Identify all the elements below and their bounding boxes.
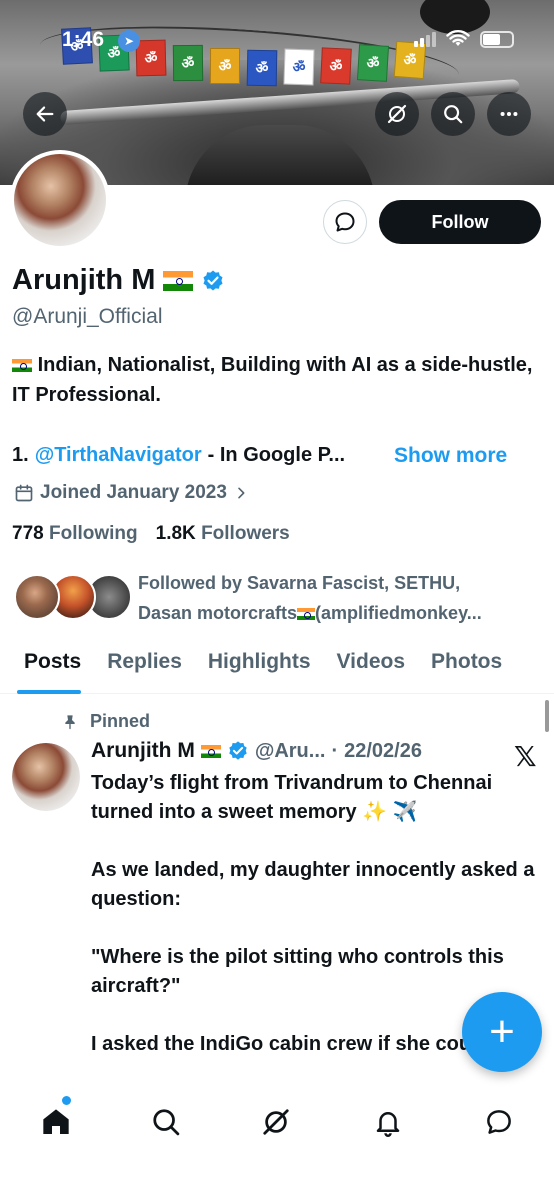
profile-tabs: Posts Replies Highlights Videos Photos <box>0 640 554 694</box>
followers-count: 1.8K <box>155 523 196 544</box>
followers-label: Followers <box>201 523 290 544</box>
search-icon <box>153 1109 180 1136</box>
bio-line1: Indian, Nationalist, Building with AI as… <box>12 354 533 406</box>
home-icon <box>43 1109 69 1134</box>
show-more-link[interactable]: Show more <box>394 444 507 468</box>
search-button[interactable] <box>431 92 475 136</box>
scrollbar[interactable] <box>545 700 549 732</box>
bio-mention-link[interactable]: @TirthaNavigator <box>35 444 202 467</box>
profile-name-row: Arunjith M <box>12 264 225 297</box>
post-author-handle[interactable]: @Aru... <box>255 740 326 763</box>
grok-button[interactable] <box>375 92 419 136</box>
followers-stat[interactable]: 1.8K Followers <box>156 523 290 545</box>
tab-videos[interactable]: Videos <box>324 640 418 694</box>
messages-icon <box>487 1110 511 1134</box>
follow-button[interactable]: Follow <box>379 200 541 244</box>
profile-name: Arunjith M <box>12 264 156 296</box>
message-button[interactable] <box>323 200 367 244</box>
pin-icon <box>65 714 75 729</box>
chevron-right-icon <box>238 487 245 499</box>
status-icons <box>414 30 514 48</box>
plus-icon: + <box>489 1007 515 1056</box>
pinned-label: Pinned <box>90 711 151 731</box>
verified-badge-icon <box>229 741 247 760</box>
following-label: Following <box>48 523 138 544</box>
followed-by-rest: (amplifiedmonkey... <box>315 603 482 623</box>
bio-line2: 1. @TirthaNavigator - In Google P... <box>12 444 345 467</box>
prayer-flag: ॐ <box>209 47 241 85</box>
profile-handle: @Arunji_Official <box>12 305 163 328</box>
location-arrow-icon: ➤ <box>118 30 140 52</box>
followed-by-name: Dasan motorcrafts <box>138 603 298 623</box>
prayer-flag: ॐ <box>172 44 204 81</box>
india-flag-icon <box>12 359 32 372</box>
profile-bio: Indian, Nationalist, Building with AI as… <box>12 350 542 410</box>
wifi-icon <box>446 30 470 46</box>
prayer-flag: ॐ <box>283 48 315 86</box>
india-flag-icon <box>200 744 221 758</box>
grok-icon <box>387 104 407 124</box>
bio-truncated-text: - In Google P... <box>207 444 346 466</box>
prayer-flag: ॐ <box>320 46 352 85</box>
prayer-flag: ॐ <box>246 49 278 86</box>
grok-icon <box>263 1109 289 1135</box>
more-button[interactable] <box>487 92 531 136</box>
prayer-flag: ॐ <box>356 44 390 82</box>
post-author-avatar[interactable] <box>12 743 80 811</box>
back-button[interactable] <box>23 92 67 136</box>
battery-icon <box>480 30 514 48</box>
nav-notifications[interactable] <box>366 1100 410 1144</box>
calendar-icon <box>15 484 33 502</box>
following-count: 778 <box>12 523 44 544</box>
profile-avatar[interactable] <box>10 150 110 250</box>
followed-by-line1: Followed by Savarna Fascist, SETHU, <box>138 573 461 593</box>
follow-stats: 778 Following 1.8K Followers <box>12 523 290 545</box>
new-content-dot <box>62 1096 71 1105</box>
following-stat[interactable]: 778 Following <box>12 523 138 545</box>
tab-posts[interactable]: Posts <box>0 640 94 694</box>
status-time: 1:46 <box>62 28 105 51</box>
followed-by-avatars[interactable] <box>14 574 134 622</box>
post-date[interactable]: 22/02/26 <box>344 740 422 763</box>
bio-item-number: 1. <box>12 444 29 466</box>
nav-grok[interactable] <box>254 1100 298 1144</box>
post-author-avatar-image <box>12 743 80 811</box>
search-icon <box>444 105 463 124</box>
india-flag-icon <box>163 270 194 291</box>
notifications-icon <box>376 1112 400 1137</box>
india-flag-icon <box>297 608 316 620</box>
tab-replies[interactable]: Replies <box>94 640 195 694</box>
tab-highlights[interactable]: Highlights <box>195 640 324 694</box>
nav-messages[interactable] <box>477 1100 521 1144</box>
post-header: Arunjith M @Aru... · 22/02/26 <box>91 739 422 763</box>
banner-mirror <box>420 0 490 34</box>
post-separator: · <box>331 739 339 762</box>
verified-badge-icon[interactable] <box>201 269 225 293</box>
prayer-flag: ॐ <box>135 39 167 77</box>
cellular-signal-icon <box>414 31 436 47</box>
followed-by-line2: Dasan motorcrafts (amplifiedmonkey... <box>138 598 548 628</box>
followed-by-text[interactable]: Followed by Savarna Fascist, SETHU, Dasa… <box>138 568 548 628</box>
pinned-indicator: Pinned <box>62 711 150 732</box>
follower-avatar <box>14 574 60 620</box>
nav-home[interactable] <box>34 1100 78 1144</box>
nav-search[interactable] <box>144 1100 188 1144</box>
arrow-left-icon <box>36 106 54 122</box>
message-bubble-icon <box>335 212 355 232</box>
profile-avatar-image <box>14 154 106 246</box>
joined-label: Joined January 2023 <box>40 482 227 503</box>
joined-date[interactable]: Joined January 2023 <box>14 482 249 504</box>
bottom-navigation <box>0 1088 554 1200</box>
post-author-name[interactable]: Arunjith M <box>91 739 195 763</box>
more-horizontal-icon <box>500 111 518 117</box>
compose-button[interactable]: + <box>462 992 542 1072</box>
tab-photos[interactable]: Photos <box>418 640 515 694</box>
